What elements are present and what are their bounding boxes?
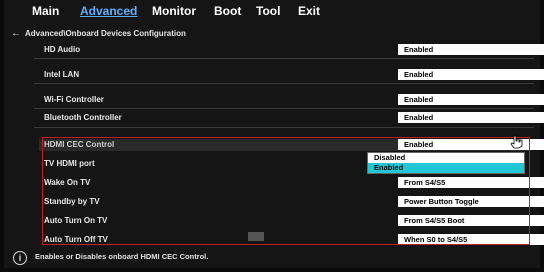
divider <box>34 108 534 109</box>
breadcrumb-path: Advanced\Onboard Devices Configuration <box>25 28 186 38</box>
setting-label: Intel LAN <box>44 70 80 79</box>
info-icon: i <box>13 251 27 265</box>
scroll-indicator[interactable] <box>248 232 264 241</box>
hdmi-cec-options-list[interactable]: Disabled Enabled <box>367 152 525 174</box>
option-disabled[interactable]: Disabled <box>368 153 524 163</box>
setting-label: Bluetooth Controller <box>44 113 122 122</box>
back-arrow-icon[interactable]: ← <box>11 28 21 39</box>
divider <box>34 58 534 59</box>
menu-boot[interactable]: Boot <box>214 4 241 18</box>
setting-label: HD Audio <box>44 45 81 54</box>
dropdown-value: Enabled <box>404 95 434 104</box>
option-enabled[interactable]: Enabled <box>368 163 524 173</box>
wifi-dropdown[interactable]: Enabled <box>398 94 544 105</box>
setting-label: Wi-Fi Controller <box>44 95 104 104</box>
top-menu: Main Advanced Monitor Boot Tool Exit <box>4 0 540 22</box>
menu-advanced[interactable]: Advanced <box>80 4 137 18</box>
divider <box>34 127 534 128</box>
setting-row-hd-audio[interactable]: HD Audio Enabled <box>38 42 544 58</box>
menu-monitor[interactable]: Monitor <box>152 4 196 18</box>
breadcrumb: ← Advanced\Onboard Devices Configuration <box>11 27 186 39</box>
help-footer: i Enables or Disables onboard HDMI CEC C… <box>4 246 540 268</box>
dropdown-value: Enabled <box>404 70 434 79</box>
help-text: Enables or Disables onboard HDMI CEC Con… <box>35 252 209 261</box>
hd-audio-dropdown[interactable]: Enabled <box>398 44 544 55</box>
menu-main[interactable]: Main <box>32 4 59 18</box>
setting-row-bluetooth[interactable]: Bluetooth Controller Enabled <box>38 110 544 126</box>
bios-screen: Main Advanced Monitor Boot Tool Exit ← A… <box>0 0 544 272</box>
dropdown-value: Enabled <box>404 45 434 54</box>
menu-exit[interactable]: Exit <box>298 4 320 18</box>
divider <box>34 83 534 84</box>
setting-row-intel-lan[interactable]: Intel LAN Enabled <box>38 67 544 83</box>
setting-row-wifi[interactable]: Wi-Fi Controller Enabled <box>38 92 544 108</box>
hand-cursor-icon <box>510 135 523 149</box>
intel-lan-dropdown[interactable]: Enabled <box>398 69 544 80</box>
bios-frame: Main Advanced Monitor Boot Tool Exit ← A… <box>4 0 544 268</box>
dropdown-value: Enabled <box>404 113 434 122</box>
menu-tool[interactable]: Tool <box>256 4 280 18</box>
bluetooth-dropdown[interactable]: Enabled <box>398 112 544 123</box>
